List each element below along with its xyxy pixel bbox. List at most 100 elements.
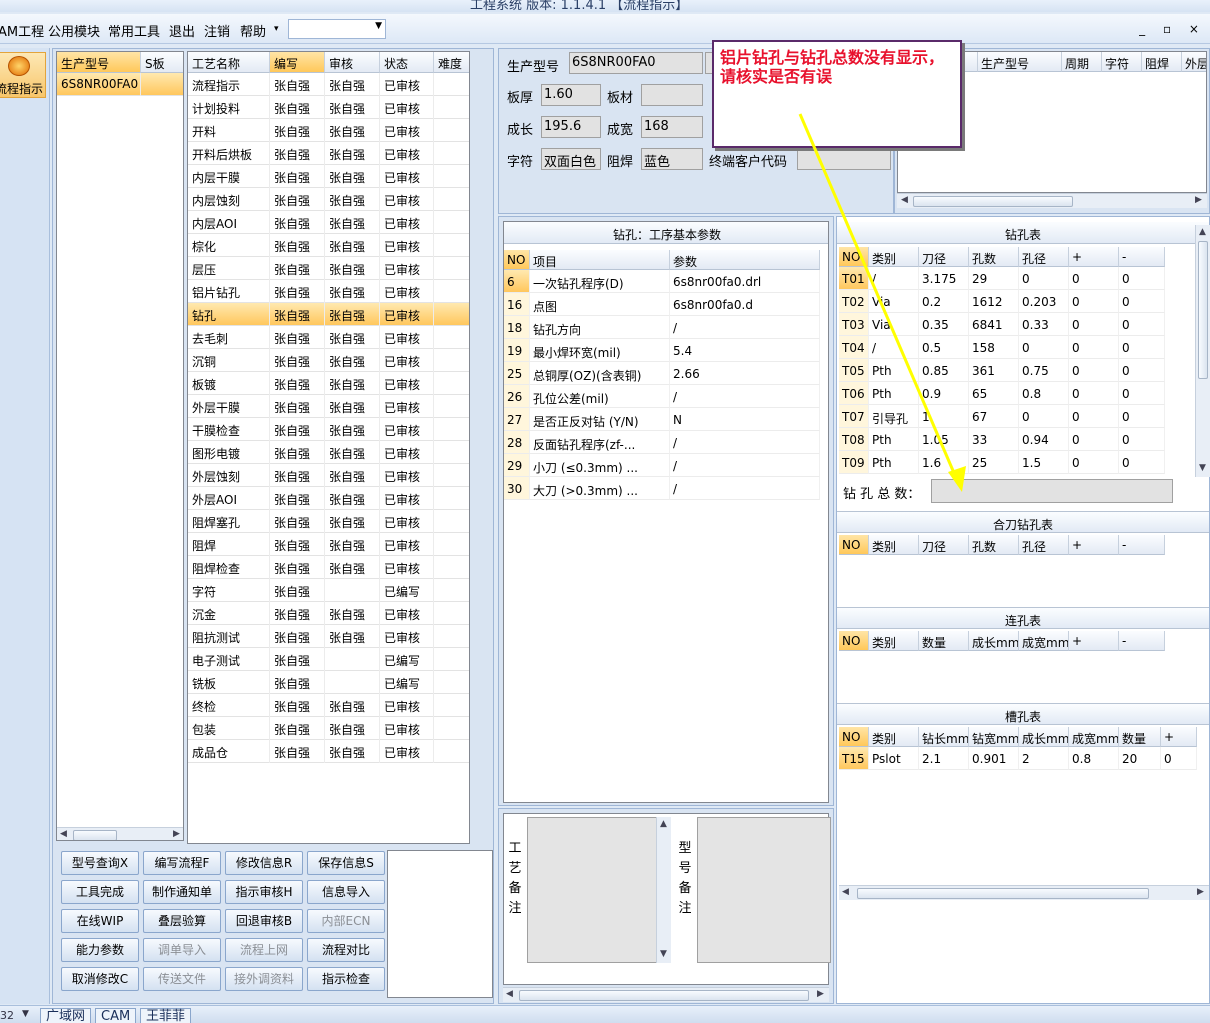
- param-value-cell[interactable]: /: [670, 431, 820, 454]
- scroll-down-icon[interactable]: ▼: [660, 949, 667, 959]
- param-no-cell[interactable]: 26: [504, 385, 530, 408]
- param-value-cell[interactable]: N: [670, 408, 820, 431]
- width-field[interactable]: 168: [641, 116, 703, 138]
- process-row[interactable]: 外层蚀刻 张自强 张自强 已审核: [188, 464, 469, 487]
- link-table-header[interactable]: NO: [839, 631, 869, 651]
- process-row[interactable]: 铣板 张自强 已编写: [188, 671, 469, 694]
- menu-dropdown-icon[interactable]: ▾: [274, 24, 279, 34]
- process-row[interactable]: 沉铜 张自强 张自强 已审核: [188, 349, 469, 372]
- process-remark-scrollbar[interactable]: ▲ ▼: [656, 817, 671, 963]
- drill-param-header-no[interactable]: NO: [504, 250, 530, 270]
- param-value-cell[interactable]: 6s8nr00fa0.drl: [670, 270, 820, 293]
- scroll-right-icon[interactable]: ▶: [173, 829, 180, 839]
- param-no-cell[interactable]: 27: [504, 408, 530, 431]
- status-tab-wan[interactable]: 广域网: [40, 1008, 92, 1023]
- menu-combo[interactable]: ▼: [288, 19, 386, 39]
- param-no-cell[interactable]: 19: [504, 339, 530, 362]
- drill-table-header[interactable]: 孔数: [969, 247, 1019, 267]
- slot-table-header[interactable]: 钻宽mm: [969, 727, 1019, 747]
- param-no-cell[interactable]: 28: [504, 431, 530, 454]
- action-button[interactable]: 取消修改C: [61, 967, 139, 991]
- drill-table-header[interactable]: 类别: [869, 247, 919, 267]
- param-value-cell[interactable]: 6s8nr00fa0.d: [670, 293, 820, 316]
- scroll-right-icon[interactable]: ▶: [817, 989, 824, 999]
- param-value-cell[interactable]: /: [670, 385, 820, 408]
- process-row[interactable]: 成品仓 张自强 张自强 已审核: [188, 740, 469, 763]
- drill-table-header[interactable]: 孔径: [1019, 247, 1069, 267]
- drill-table-header[interactable]: -: [1119, 247, 1165, 267]
- top-right-header[interactable]: 字符: [1102, 52, 1142, 72]
- material-field[interactable]: [641, 84, 703, 106]
- param-no-cell[interactable]: 29: [504, 454, 530, 477]
- process-row[interactable]: 内层蚀刻 张自强 张自强 已审核: [188, 188, 469, 211]
- param-no-cell[interactable]: 25: [504, 362, 530, 385]
- combined-table-header[interactable]: 类别: [869, 535, 919, 555]
- action-button[interactable]: 指示审核H: [225, 880, 303, 904]
- top-right-header[interactable]: 阻焊: [1142, 52, 1182, 72]
- menu-public[interactable]: 公用模块: [48, 21, 100, 40]
- slot-table-header[interactable]: 钻长mm: [919, 727, 969, 747]
- window-controls[interactable]: _ ▫ ×: [1139, 22, 1206, 36]
- status-tab-cam[interactable]: CAM: [95, 1008, 137, 1023]
- customer-field[interactable]: [797, 148, 891, 170]
- param-no-cell[interactable]: 16: [504, 293, 530, 316]
- drill-table-cell[interactable]: T01: [839, 267, 869, 290]
- chevron-down-icon[interactable]: ▼: [22, 1009, 29, 1019]
- drill-param-header-param[interactable]: 参数: [670, 250, 820, 270]
- slot-table-header[interactable]: 成长mm: [1019, 727, 1069, 747]
- slot-table-scrollbar[interactable]: ◀ ▶: [839, 885, 1209, 900]
- process-row[interactable]: 棕化 张自强 张自强 已审核: [188, 234, 469, 257]
- action-button[interactable]: 型号查询X: [61, 851, 139, 875]
- process-row[interactable]: 流程指示 张自强 张自强 已审核: [188, 73, 469, 96]
- drill-table-cell[interactable]: T09: [839, 451, 869, 474]
- menu-logout[interactable]: 注销: [204, 21, 230, 40]
- param-value-cell[interactable]: /: [670, 477, 820, 500]
- link-table-header[interactable]: 成长mm: [969, 631, 1019, 651]
- drill-table-cell[interactable]: T05: [839, 359, 869, 382]
- nav-flow-button[interactable]: 流程指示: [0, 52, 46, 98]
- action-button[interactable]: 接外调资料: [225, 967, 303, 991]
- model-list-scrollbar[interactable]: ◀ ▶: [57, 827, 183, 840]
- model-list-header[interactable]: S板: [141, 52, 183, 73]
- process-row[interactable]: 去毛刺 张自强 张自强 已审核: [188, 326, 469, 349]
- process-row[interactable]: 内层干膜 张自强 张自强 已审核: [188, 165, 469, 188]
- process-row[interactable]: 沉金 张自强 张自强 已审核: [188, 602, 469, 625]
- drill-table-cell[interactable]: T04: [839, 336, 869, 359]
- scroll-up-icon[interactable]: ▲: [1199, 227, 1206, 237]
- top-right-header[interactable]: 外层: [1182, 52, 1206, 72]
- link-table-header[interactable]: 成宽mm: [1019, 631, 1069, 651]
- param-value-cell[interactable]: /: [670, 316, 820, 339]
- action-button[interactable]: 传送文件: [143, 967, 221, 991]
- remark-scrollbar[interactable]: ◀ ▶: [503, 987, 829, 1002]
- slot-table-header[interactable]: 成宽mm: [1069, 727, 1119, 747]
- process-header-status[interactable]: 状态: [380, 52, 434, 73]
- combined-table-header[interactable]: 刀径: [919, 535, 969, 555]
- action-button[interactable]: 编写流程F: [143, 851, 221, 875]
- process-row[interactable]: 包装 张自强 张自强 已审核: [188, 717, 469, 740]
- process-row[interactable]: 阻焊 张自强 张自强 已审核: [188, 533, 469, 556]
- link-table-header[interactable]: 类别: [869, 631, 919, 651]
- notes-box[interactable]: [387, 850, 493, 998]
- process-row[interactable]: 阻焊检查 张自强 张自强 已审核: [188, 556, 469, 579]
- combined-table-header[interactable]: NO: [839, 535, 869, 555]
- process-row[interactable]: 字符 张自强 已编写: [188, 579, 469, 602]
- action-button[interactable]: 保存信息S: [307, 851, 385, 875]
- combined-table-header[interactable]: +: [1069, 535, 1119, 555]
- process-row[interactable]: 阻抗测试 张自强 张自强 已审核: [188, 625, 469, 648]
- process-row[interactable]: 外层AOI 张自强 张自强 已审核: [188, 487, 469, 510]
- char-field[interactable]: 双面白色: [541, 148, 601, 170]
- link-table-header[interactable]: 数量: [919, 631, 969, 651]
- param-value-cell[interactable]: /: [670, 454, 820, 477]
- process-row[interactable]: 干膜检查 张自强 张自强 已审核: [188, 418, 469, 441]
- process-header-difficulty[interactable]: 难度: [434, 52, 469, 73]
- menu-help[interactable]: 帮助: [240, 21, 266, 40]
- action-button[interactable]: 指示检查: [307, 967, 385, 991]
- drill-table-cell[interactable]: T08: [839, 428, 869, 451]
- scroll-up-icon[interactable]: ▲: [660, 819, 667, 829]
- scroll-right-icon[interactable]: ▶: [1195, 195, 1202, 205]
- process-header-name[interactable]: 工艺名称: [188, 52, 270, 73]
- action-button[interactable]: 流程上网: [225, 938, 303, 962]
- action-button[interactable]: 信息导入: [307, 880, 385, 904]
- drill-table-header[interactable]: 刀径: [919, 247, 969, 267]
- process-remark-input[interactable]: [527, 817, 671, 963]
